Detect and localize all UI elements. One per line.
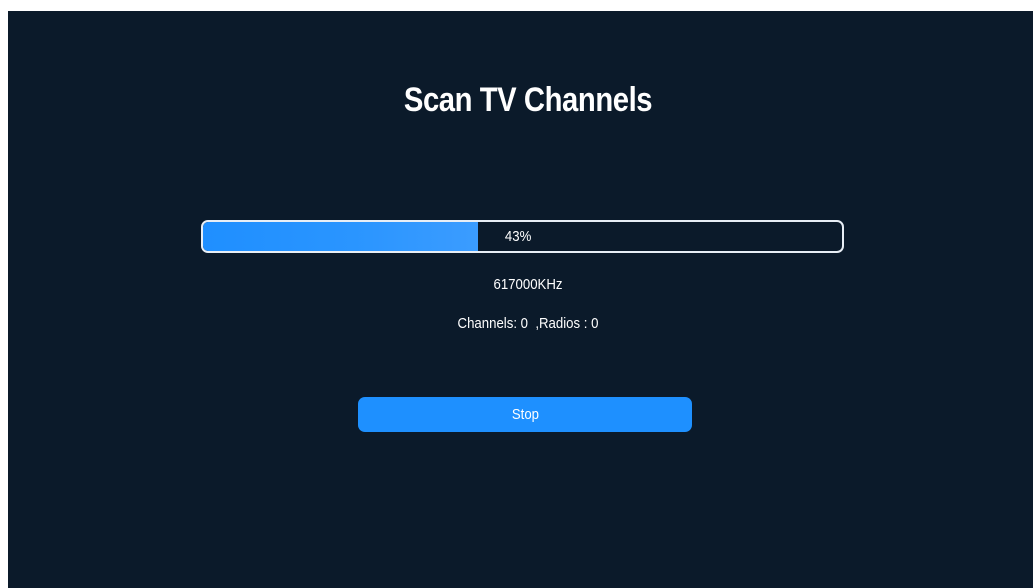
frequency-label: 617000KHz bbox=[493, 276, 563, 293]
stop-button[interactable]: Stop bbox=[358, 397, 692, 432]
progress-percent-label: 43% bbox=[504, 228, 532, 245]
scan-screen: Scan TV Channels 43% 617000KHz Channels:… bbox=[8, 11, 1033, 588]
stop-button-label: Stop bbox=[511, 406, 539, 423]
channel-radio-counts: Channels: 0 ,Radios : 0 bbox=[457, 315, 599, 332]
scan-progress-bar: 43% bbox=[201, 220, 844, 253]
page-title: Scan TV Channels bbox=[403, 81, 653, 119]
